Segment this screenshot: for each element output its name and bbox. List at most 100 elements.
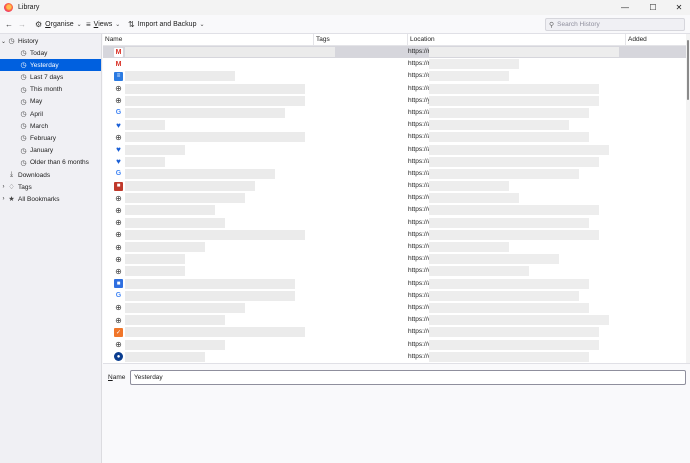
- sidebar-item-label: All Bookmarks: [18, 195, 60, 203]
- sidebar-item-april[interactable]: ◷ April: [0, 108, 101, 120]
- views-menu-button[interactable]: ≡ Views ⌄: [84, 17, 122, 31]
- vertical-scrollbar[interactable]: [686, 34, 690, 363]
- import-backup-menu-button[interactable]: ⇅ Import and Backup ⌄: [126, 17, 207, 31]
- table-row[interactable]: ⊕ https://v: [103, 192, 686, 204]
- table-row[interactable]: ⊕ https://c: [103, 83, 686, 95]
- sidebar-item-label: This month: [30, 86, 63, 94]
- sidebar-item-march[interactable]: ◷ March: [0, 120, 101, 132]
- table-row[interactable]: ⊕ https://y: [103, 95, 686, 107]
- table-row[interactable]: Mhttps://r: [103, 46, 686, 59]
- redacted-title: [125, 339, 225, 350]
- close-button[interactable]: ✕: [666, 0, 690, 15]
- minimize-button[interactable]: —: [612, 0, 638, 15]
- sidebar-item-tags[interactable]: › ♢ Tags: [0, 181, 101, 193]
- search-icon: ⚲: [549, 21, 555, 29]
- table-row[interactable]: Ghttps://a: [103, 168, 686, 180]
- row-location: https://r: [408, 60, 430, 68]
- redacted-location: [429, 315, 609, 326]
- redacted-title: [125, 229, 305, 240]
- table-row[interactable]: ● https://v: [103, 351, 686, 363]
- redacted-title: [125, 193, 245, 204]
- sidebar-item-label: April: [30, 110, 44, 118]
- row-location: https://y: [408, 96, 431, 104]
- table-row[interactable]: ⊕ https://v: [103, 314, 686, 326]
- table-row[interactable]: ⊕ https://v: [103, 253, 686, 265]
- row-location: https://v: [408, 218, 431, 226]
- row-location: https://a: [408, 157, 432, 165]
- redacted-title: [125, 95, 305, 106]
- row-location: https://v: [408, 352, 431, 360]
- import-export-arrows-icon: ⇅: [128, 19, 135, 29]
- chevron-down-icon: ⌄: [76, 21, 82, 28]
- back-button[interactable]: ←: [3, 17, 15, 31]
- table-row[interactable]: ⊕ https://a: [103, 131, 686, 143]
- sidebar-item-downloads[interactable]: ⤓ Downloads: [7, 169, 101, 181]
- table-row[interactable]: Ghttps://a: [103, 290, 686, 302]
- column-header-location[interactable]: Location: [407, 34, 625, 46]
- clock-icon: ◷: [20, 159, 27, 167]
- sidebar-item-yesterday[interactable]: ◷ Yesterday: [0, 59, 101, 72]
- table-row[interactable]: ♥ https://a: [103, 144, 686, 156]
- redacted-location: [429, 168, 579, 179]
- name-field[interactable]: [130, 370, 686, 385]
- table-row[interactable]: ■ https://a: [103, 278, 686, 290]
- column-header-added[interactable]: Added: [625, 34, 686, 46]
- scrollbar-thumb[interactable]: [687, 40, 689, 100]
- table-row[interactable]: Ghttps://a: [103, 107, 686, 119]
- sidebar-item-all-bookmarks[interactable]: › ★ All Bookmarks: [0, 193, 101, 205]
- tag-icon: ♢: [8, 184, 15, 191]
- redacted-location: [429, 278, 589, 289]
- clock-icon: ◷: [20, 111, 27, 118]
- table-row[interactable]: ⊕ https://v: [103, 204, 686, 216]
- table-row[interactable]: ✓ https://v: [103, 326, 686, 338]
- sidebar-item-last-7-days[interactable]: ◷ Last 7 days: [0, 71, 101, 83]
- redacted-location: [429, 327, 599, 338]
- clock-icon: ◷: [20, 147, 27, 155]
- redacted-location: [429, 47, 619, 57]
- name-field-label: Name: [108, 374, 126, 381]
- table-row[interactable]: Mhttps://r: [103, 58, 686, 70]
- row-location: https://a: [408, 145, 432, 153]
- table-row[interactable]: ■ https://a: [103, 180, 686, 192]
- globe-icon: ⊕: [115, 132, 122, 142]
- redacted-location: [429, 205, 599, 216]
- table-row[interactable]: ♥ https://a: [103, 119, 686, 131]
- sidebar-item-history[interactable]: ⌄ ◷ History: [0, 35, 101, 47]
- bluebird-icon: ♥: [116, 145, 121, 154]
- gmail-icon: M: [114, 59, 123, 69]
- column-header-tags[interactable]: Tags: [313, 34, 407, 46]
- table-row[interactable]: ⊕ https://v: [103, 302, 686, 314]
- table-row[interactable]: ⊕ https://v: [103, 265, 686, 277]
- globe-icon: ⊕: [115, 303, 122, 313]
- sidebar-item-older-than-6-months[interactable]: ◷ Older than 6 months: [0, 157, 101, 169]
- search-history-box[interactable]: ⚲: [545, 18, 685, 31]
- table-row[interactable]: ♥ https://a: [103, 156, 686, 168]
- table-row[interactable]: ≡ https://c: [103, 70, 686, 82]
- forward-button[interactable]: →: [16, 17, 28, 31]
- google-icon: G: [115, 292, 122, 300]
- sidebar-item-label: March: [30, 122, 49, 130]
- column-header-name[interactable]: Name: [103, 34, 313, 46]
- maximize-button[interactable]: ☐: [640, 0, 666, 15]
- table-row[interactable]: ⊕ https://v: [103, 217, 686, 229]
- orange-check-icon: ✓: [114, 327, 123, 337]
- redacted-title: [125, 144, 185, 155]
- table-row[interactable]: ⊕ https://v: [103, 229, 686, 241]
- table-row[interactable]: ⊕ https://v: [103, 241, 686, 253]
- details-pane: Name: [103, 363, 690, 463]
- row-location: https://c: [408, 72, 431, 80]
- redacted-title: [125, 205, 215, 216]
- globe-icon: ⊕: [115, 205, 122, 215]
- redacted-title: [125, 302, 245, 313]
- sidebar-item-label: History: [18, 37, 39, 45]
- sidebar-item-today[interactable]: ◷ Today: [0, 47, 101, 59]
- organise-menu-button[interactable]: ⚙ Organise ⌄: [33, 17, 84, 31]
- sidebar-item-february[interactable]: ◷ February: [0, 132, 101, 144]
- sidebar-item-january[interactable]: ◷ January: [0, 145, 101, 157]
- sidebar-item-may[interactable]: ◷ May: [0, 96, 101, 108]
- sidebar-item-this-month[interactable]: ◷ This month: [0, 84, 101, 96]
- sidebar-item-label: January: [30, 147, 54, 155]
- sidebar-item-label: Tags: [18, 183, 32, 191]
- search-input[interactable]: [557, 21, 678, 28]
- table-row[interactable]: ⊕ https://v: [103, 339, 686, 351]
